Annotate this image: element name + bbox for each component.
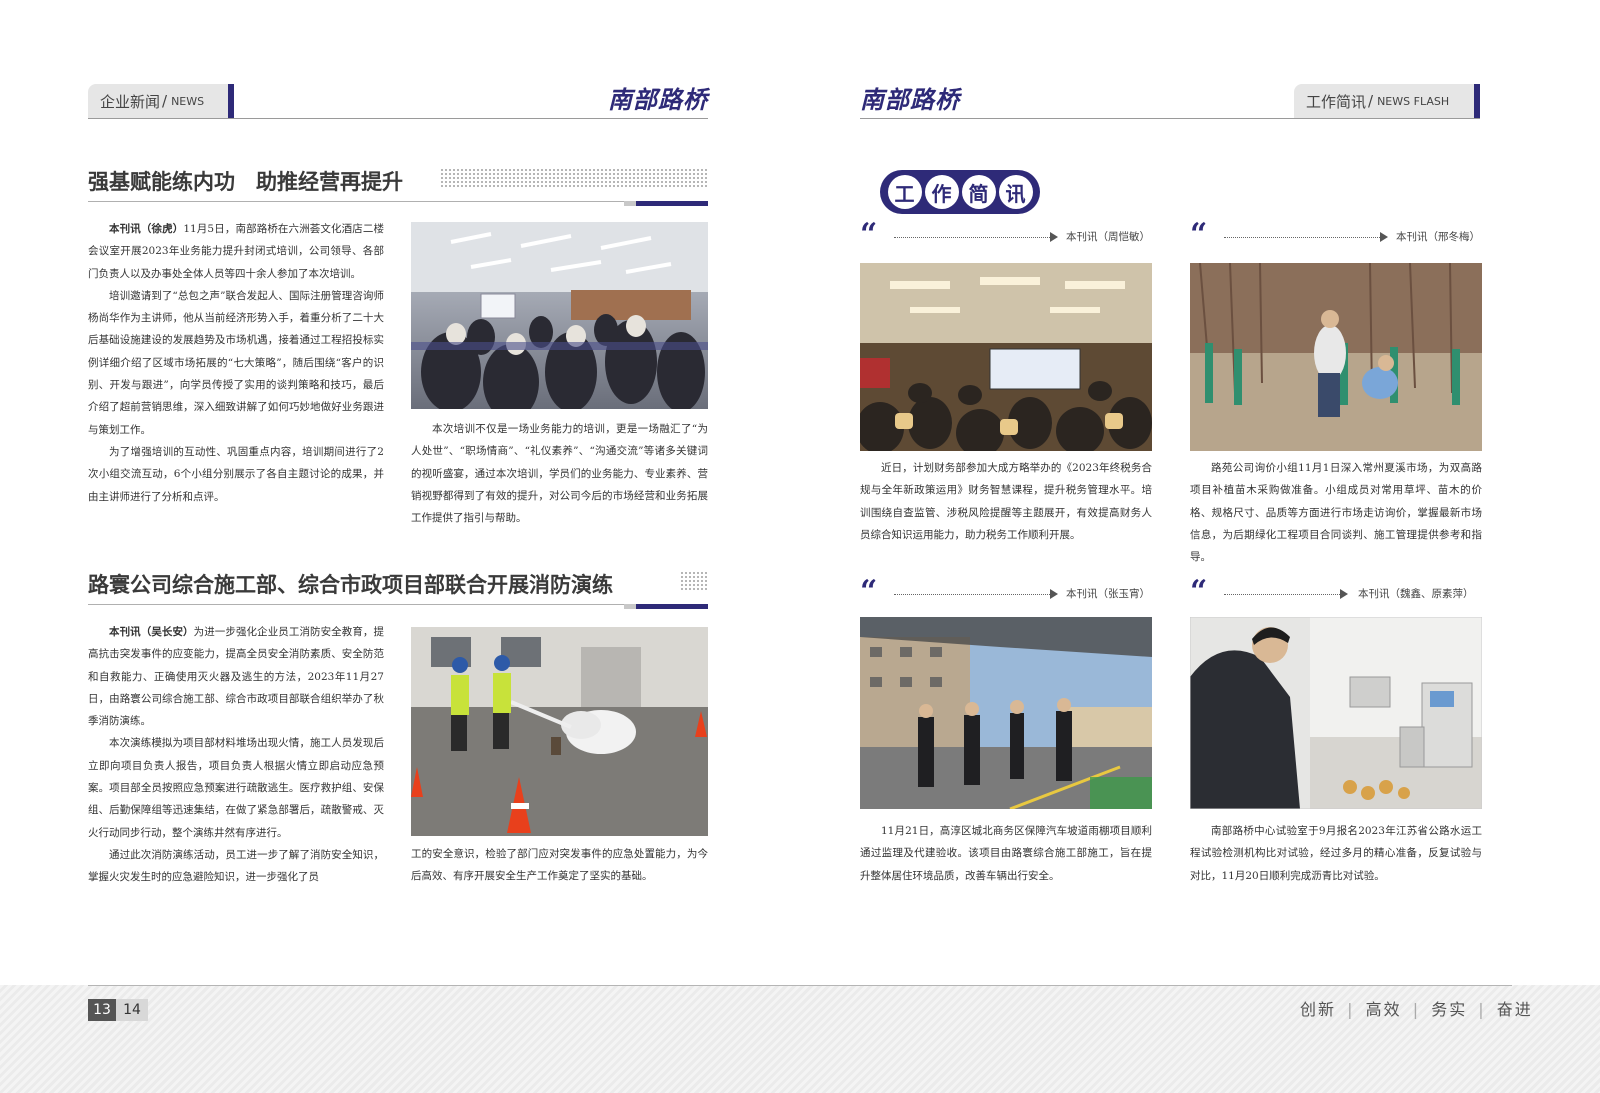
photo-training-conference: [411, 222, 708, 409]
paragraph-text: 11月21日，高淳区城北商务区保障汽车坡道雨棚项目顺利通过监理及代建验收。该项目…: [860, 825, 1152, 882]
paragraph-text: 南部路桥中心试验室于9月报名2023年江苏省公路水运工程试验检测机构比对试验，经…: [1190, 825, 1482, 882]
quote-mark-icon: “: [1190, 574, 1208, 609]
slogan-word: 创新: [1300, 1000, 1337, 1019]
paragraph: 培训邀请到了“总包之声”联合发起人、国际注册管理咨询师杨尚华作为主讲师，他从当前…: [88, 285, 384, 441]
slogan-word: 奋进: [1496, 1000, 1533, 1019]
headline-accent-grey: [624, 604, 636, 609]
paragraph-text: 为了增强培训的互动性、巩固重点内容，培训期间进行了2次小组交流互动，6个小组分别…: [88, 445, 384, 503]
headline-rule: [88, 604, 708, 605]
arrow-right-icon: [1050, 589, 1058, 599]
news-flash-badge: 工 作 简 讯: [880, 170, 1040, 214]
arrow-right-icon: [1380, 232, 1388, 242]
byline-text: 本刊讯（周恺敏）: [1066, 231, 1150, 243]
arrow-right-icon: [1340, 589, 1348, 599]
slogan-divider: |: [1347, 1000, 1355, 1019]
slogan-divider: |: [1412, 1000, 1421, 1019]
quote-mark-icon: “: [860, 574, 878, 609]
arrow-right-icon: [1050, 232, 1058, 242]
section-tab-label: 企业新闻: [100, 92, 161, 111]
dotted-leader: [1224, 594, 1340, 595]
dotted-leader: [894, 594, 1050, 595]
headline-rule: [88, 201, 708, 202]
section-tab-news-flash: 工作简讯 / NEWS FLASH: [1294, 84, 1480, 118]
paragraph: 为了增强培训的互动性、巩固重点内容，培训期间进行了2次小组交流互动，6个小组分别…: [88, 441, 384, 508]
news-item-text: 南部路桥中心试验室于9月报名2023年江苏省公路水运工程试验检测机构比对试验，经…: [1190, 820, 1482, 887]
article2-title: 路寰公司综合施工部、综合市政项目部联合开展消防演练: [88, 573, 613, 597]
photo-nursery-market: [1190, 263, 1482, 451]
badge-char: 讯: [998, 175, 1033, 209]
slogan-word: 高效: [1365, 1000, 1402, 1019]
byline-row: “ 本刊讯（周恺敏）: [860, 220, 1152, 250]
section-tab-label: 工作简讯: [1306, 92, 1367, 111]
headline-accent: [636, 604, 708, 609]
badge-char: 工: [887, 175, 922, 209]
page-number-right: 14: [116, 999, 148, 1021]
paragraph: 本次演练模拟为项目部材料堆场出现火情，施工人员发现后立即向项目负责人报告，项目负…: [88, 732, 384, 843]
article2-col2: 工的安全意识，检验了部门应对突发事件的应急处置能力，为今后高效、有序开展安全生产…: [411, 843, 708, 888]
article1-title: 强基赋能练内功 助推经营再提升: [88, 170, 403, 194]
paragraph: 本刊讯（徐虎）11月5日，南部路桥在六洲荟文化酒店二楼会议室开展2023年业务能…: [88, 218, 384, 285]
headline-dots: [440, 168, 708, 188]
brand-logo-left: 南部路桥: [608, 85, 708, 114]
section-tab-news: 企业新闻 / NEWS: [88, 84, 234, 118]
headline-accent-grey: [624, 201, 636, 206]
paragraph-text: 通过此次消防演练活动，员工进一步了解了消防安全知识，掌握火灾发生时的应急避险知识…: [88, 848, 384, 884]
news-item-text: 近日，计划财务部参加大成方略举办的《2023年终税务合规与全年新政策运用》财务智…: [860, 457, 1152, 546]
dotted-leader: [894, 237, 1050, 238]
paragraph-text: 路苑公司询价小组11月1日深入常州夏溪市场，为双高路项目补植苗木采购做准备。小组…: [1190, 462, 1482, 564]
byline-row: “ 本刊讯（魏鑫、原素萍）: [1190, 577, 1482, 607]
byline-lead: 本刊讯（徐虎）: [109, 223, 184, 235]
header-rule-right: [860, 118, 1480, 119]
paragraph: 通过此次消防演练活动，员工进一步了解了消防安全知识，掌握火灾发生时的应急避险知识…: [88, 844, 384, 889]
footer-slogan: 创新 | 高效 | 务实 | 奋进: [1300, 996, 1533, 1020]
headline-accent: [636, 201, 708, 206]
badge-char: 简: [961, 175, 996, 209]
header-rule-left: [88, 118, 708, 119]
badge-char: 作: [924, 175, 959, 209]
byline-text: 本刊讯（邢冬梅）: [1396, 231, 1480, 243]
byline-row: “ 本刊讯（张玉宵）: [860, 577, 1152, 607]
section-tab-slash: /: [1368, 92, 1374, 110]
news-item-text: 路苑公司询价小组11月1日深入常州夏溪市场，为双高路项目补植苗木采购做准备。小组…: [1190, 457, 1482, 568]
byline-text: 本刊讯（魏鑫、原素萍）: [1358, 588, 1474, 600]
page-number-left: 13: [88, 999, 116, 1021]
section-tab-en: NEWS: [171, 94, 205, 108]
byline-lead: 本刊讯（吴长安）: [109, 626, 194, 638]
headline-dots: [680, 571, 708, 591]
article1-col1: 本刊讯（徐虎）11月5日，南部路桥在六洲荟文化酒店二楼会议室开展2023年业务能…: [88, 218, 384, 508]
paragraph-text: 近日，计划财务部参加大成方略举办的《2023年终税务合规与全年新政策运用》财务智…: [860, 462, 1152, 541]
quote-mark-icon: “: [1190, 217, 1208, 252]
paragraph-text: 为进一步强化企业员工消防安全教育，提高抗击突发事件的应变能力，提高全员安全消防素…: [88, 626, 384, 728]
section-tab-slash: /: [162, 92, 168, 110]
news-item-text: 11月21日，高淳区城北商务区保障汽车坡道雨棚项目顺利通过监理及代建验收。该项目…: [860, 820, 1152, 887]
paragraph-text: 培训邀请到了“总包之声”联合发起人、国际注册管理咨询师杨尚华作为主讲师，他从当前…: [88, 289, 384, 436]
byline-row: “ 本刊讯（邢冬梅）: [1190, 220, 1482, 250]
photo-fire-drill: [411, 627, 708, 836]
tab-accent-bar: [1474, 84, 1480, 118]
dotted-leader: [1224, 237, 1380, 238]
byline-text: 本刊讯（张玉宵）: [1066, 588, 1150, 600]
article2-col1: 本刊讯（吴长安）为进一步强化企业员工消防安全教育，提高抗击突发事件的应变能力，提…: [88, 621, 384, 889]
section-tab-en: NEWS FLASH: [1377, 94, 1450, 108]
footer-rule: [88, 985, 1512, 986]
paragraph: 本刊讯（吴长安）为进一步强化企业员工消防安全教育，提高抗击突发事件的应变能力，提…: [88, 621, 384, 732]
brand-logo-right: 南部路桥: [860, 85, 960, 114]
slogan-divider: |: [1478, 1000, 1486, 1019]
tab-accent-bar: [228, 84, 234, 118]
paragraph-text: 本次培训不仅是一场业务能力的培训，更是一场融汇了“为人处世”、“职场情商”、“礼…: [411, 423, 708, 525]
quote-mark-icon: “: [860, 217, 878, 252]
paragraph-text: 本次演练模拟为项目部材料堆场出现火情，施工人员发现后立即向项目负责人报告，项目负…: [88, 737, 384, 839]
article1-col2: 本次培训不仅是一场业务能力的培训，更是一场融汇了“为人处世”、“职场情商”、“礼…: [411, 418, 708, 529]
photo-lab-test: [1190, 617, 1482, 809]
paragraph-text: 工的安全意识，检验了部门应对突发事件的应急处置能力，为今后高效、有序开展安全生产…: [411, 848, 708, 883]
photo-tax-seminar: [860, 263, 1152, 451]
photo-ramp-canopy: [860, 617, 1152, 809]
slogan-word: 务实: [1431, 1000, 1468, 1019]
